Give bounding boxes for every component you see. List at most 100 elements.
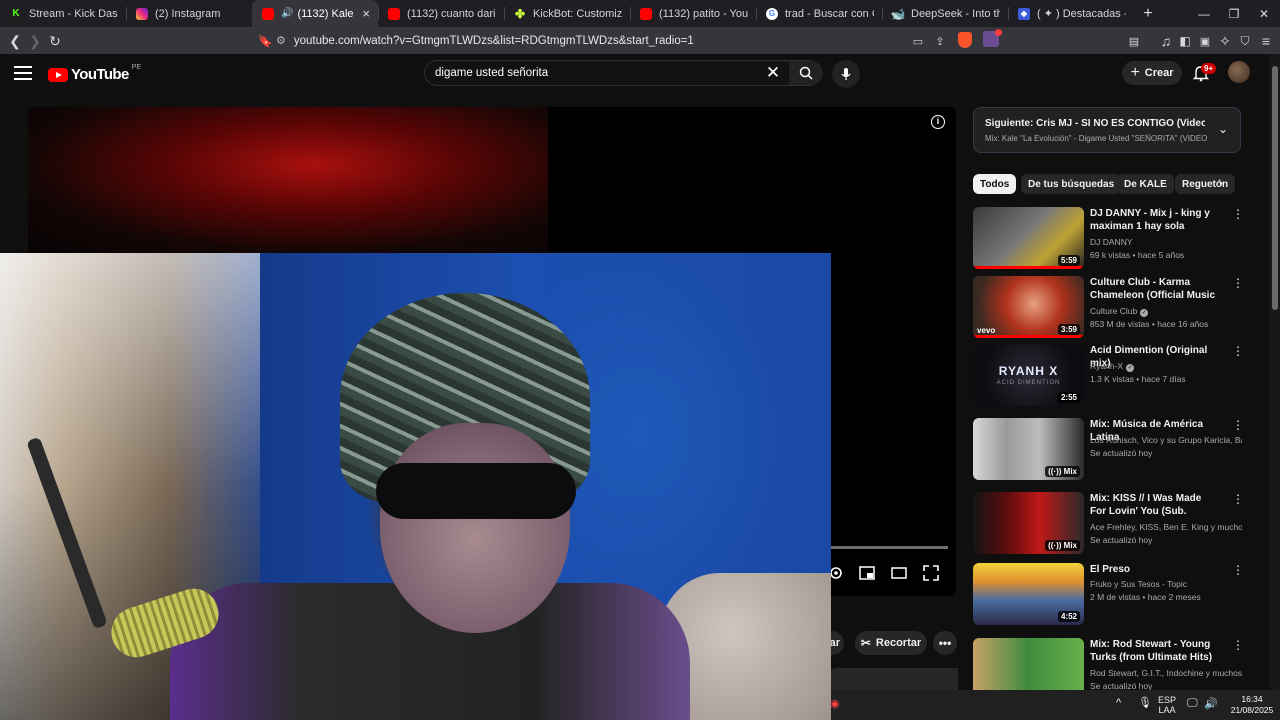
hamburger-menu-icon[interactable] (14, 66, 32, 80)
site-info-icon[interactable]: ⚙ (276, 34, 286, 47)
chip-regueton[interactable]: Reguetón (1175, 174, 1235, 194)
recommendation-item[interactable]: ((·)) Mix Mix: Música de América Latina … (973, 418, 1245, 482)
video-thumbnail[interactable]: 5:59 (973, 207, 1084, 269)
channel-name[interactable]: Fruko y Sus Tesos - Topic (1090, 579, 1242, 589)
new-tab-button[interactable]: + (1134, 0, 1162, 27)
show-hidden-icons-chevron-icon[interactable]: ^ (1116, 697, 1121, 709)
chevron-down-icon[interactable]: ⌄ (1218, 122, 1228, 136)
video-meta: Se actualizó hoy (1090, 448, 1153, 458)
search-input[interactable]: digame usted señorita (435, 67, 548, 79)
brave-shields-icon[interactable] (958, 32, 972, 48)
network-icon[interactable]: 🖵 (1187, 697, 1198, 710)
tab-roblox[interactable]: ◆ ( ✦ ) Destacadas - Roblox (1008, 0, 1134, 27)
taskbar-clock[interactable]: 16:34 21/08/2025 (1226, 694, 1278, 716)
menu-icon[interactable]: ≡ (1256, 31, 1276, 51)
media-icon[interactable]: ♫ (1156, 31, 1176, 51)
video-title[interactable]: El Preso (1090, 563, 1218, 576)
channel-name[interactable]: DJ DANNY (1090, 237, 1242, 247)
theater-mode-icon[interactable] (890, 564, 908, 582)
leo-ai-icon[interactable]: ✧ (1215, 31, 1235, 51)
microphone-tray-icon[interactable]: 🎙 (1138, 696, 1152, 709)
video-thumbnail[interactable]: RYANH X ACID DIMENTION 2:55 (973, 344, 1084, 406)
miniplayer-icon[interactable] (858, 564, 876, 582)
vpn-shield-icon[interactable]: ⛉ (1235, 31, 1255, 51)
chip-todos[interactable]: Todos (973, 174, 1017, 194)
tab-deepseek[interactable]: 🐋 DeepSeek - Into the Unknown (882, 0, 1008, 27)
video-title[interactable]: DJ DANNY - Mix j - king y maximan 1 hay … (1090, 207, 1218, 233)
url-text: youtube.com/watch?v=GtmgmTLWDzs&list=RDG… (293, 34, 694, 47)
more-vertical-icon[interactable]: ⋮ (1232, 419, 1244, 431)
video-thumbnail[interactable]: vevo 3:59 (973, 276, 1084, 338)
mix-thumbnail[interactable]: ((·)) Mix (973, 418, 1084, 480)
reader-mode-icon[interactable]: ▤ (1124, 31, 1144, 51)
tab-kickbot[interactable]: ✤ KickBot: Customizable Chat (504, 0, 630, 27)
more-vertical-icon[interactable]: ⋮ (1232, 639, 1244, 651)
recommendation-item[interactable]: 5:59 DJ DANNY - Mix j - king y maximan 1… (973, 207, 1245, 271)
bookmark-icon[interactable]: 🔖 (255, 31, 275, 51)
channel-name[interactable]: Ryanh-X ✓ (1090, 361, 1242, 372)
recommendation-item[interactable]: ((·)) Mix Mix: KISS // I Was Made For Lo… (973, 492, 1245, 556)
more-vertical-icon[interactable]: ⋮ (1232, 277, 1244, 289)
recommendation-item[interactable]: RYANH X ACID DIMENTION 2:55 Acid Dimenti… (973, 344, 1245, 408)
create-button[interactable]: + Crear (1122, 61, 1182, 85)
chip-de-kale[interactable]: De KALE (1117, 174, 1174, 194)
back-button[interactable]: ❮ (5, 31, 25, 51)
mix-thumbnail[interactable]: ((·)) Mix (973, 492, 1084, 554)
video-title[interactable]: Culture Club - Karma Chameleon (Official… (1090, 276, 1218, 302)
video-duration: 4:52 (1057, 611, 1080, 622)
tab-youtube-patito[interactable]: (1132) patito - YouTube (630, 0, 756, 27)
tab-instagram[interactable]: (2) Instagram (126, 0, 252, 27)
tab-youtube-kale[interactable]: 🔊 (1132) Kale "La Evolución" × (252, 0, 378, 27)
clip-button[interactable]: ✂ Recortar (855, 631, 927, 655)
search-button[interactable] (789, 61, 823, 85)
video-title[interactable]: Mix: KISS // I Was Made For Lovin' You (… (1090, 492, 1218, 518)
app-tray-icon[interactable]: ◉ (830, 697, 840, 710)
volume-icon[interactable]: 🔊 (1204, 697, 1218, 710)
description-box[interactable] (830, 668, 958, 692)
close-tab-icon[interactable]: × (362, 6, 370, 21)
more-vertical-icon[interactable]: ⋮ (1232, 493, 1244, 505)
rewards-icon[interactable] (983, 29, 1002, 47)
channel-name: Los Ronisch, Vico y su Grupo Karicia, Ba… (1090, 435, 1242, 445)
close-window-button[interactable]: ✕ (1248, 0, 1280, 27)
tab-kick-dashboard[interactable]: K Stream - Kick Dashboard (0, 0, 126, 27)
recommendation-item[interactable]: 4:52 El Preso Fruko y Sus Tesos - Topic … (973, 563, 1245, 627)
voice-search-button[interactable] (832, 60, 860, 88)
cast-icon[interactable]: ▭ (908, 31, 928, 51)
channel-name[interactable]: Culture Club ✓ (1090, 306, 1242, 317)
up-next-card[interactable]: Siguiente: Cris MJ - SI NO ES CONTIGO (V… (973, 107, 1241, 153)
clock-time: 16:34 (1241, 694, 1263, 704)
reload-button[interactable]: ↻ (45, 31, 65, 51)
forward-button[interactable]: ❯ (25, 31, 45, 51)
notification-count-badge: 9+ (1201, 63, 1217, 74)
info-icon[interactable]: i (931, 115, 945, 129)
address-bar[interactable]: ⚙ youtube.com/watch?v=GtmgmTLWDzs&list=R… (276, 30, 1006, 51)
clear-search-icon[interactable]: ✕ (763, 63, 783, 83)
minimize-button[interactable]: — (1188, 0, 1220, 27)
chevron-right-icon[interactable]: › (1219, 176, 1223, 190)
avatar[interactable] (1228, 61, 1250, 83)
sidebar-icon[interactable]: ◧ (1175, 31, 1195, 51)
tab-google-trad[interactable]: G trad - Buscar con Google (756, 0, 882, 27)
wallet-icon[interactable]: ▣ (1195, 31, 1215, 51)
chip-de-tus-busquedas[interactable]: De tus búsquedas (1021, 174, 1122, 194)
recommendation-item[interactable]: vevo 3:59 Culture Club - Karma Chameleon… (973, 276, 1245, 340)
more-actions-button[interactable]: ••• (933, 631, 957, 655)
share-icon[interactable]: ⇪ (930, 31, 950, 51)
clip-label: Recortar (875, 637, 922, 649)
tab-title: (2) Instagram (155, 7, 221, 20)
video-title[interactable]: Mix: Rod Stewart - Young Turks (from Ult… (1090, 638, 1218, 664)
scrollbar-thumb[interactable] (1272, 66, 1278, 310)
video-progress-bar[interactable] (830, 546, 948, 549)
tab-youtube-cuanto-daria[interactable]: (1132) cuanto daria por grabar (378, 0, 504, 27)
maximize-button[interactable]: ❐ (1218, 0, 1250, 27)
input-language-indicator[interactable]: ESP LAA (1158, 695, 1176, 715)
more-vertical-icon[interactable]: ⋮ (1232, 564, 1244, 576)
speaker-icon[interactable]: 🔊 (281, 8, 293, 19)
more-vertical-icon[interactable]: ⋮ (1232, 208, 1244, 220)
youtube-logo[interactable]: YouTube PE (48, 64, 141, 83)
video-thumbnail[interactable]: 4:52 (973, 563, 1084, 625)
fullscreen-icon[interactable] (922, 564, 940, 582)
more-vertical-icon[interactable]: ⋮ (1232, 345, 1244, 357)
tab-title: DeepSeek - Into the Unknown (911, 7, 1000, 20)
